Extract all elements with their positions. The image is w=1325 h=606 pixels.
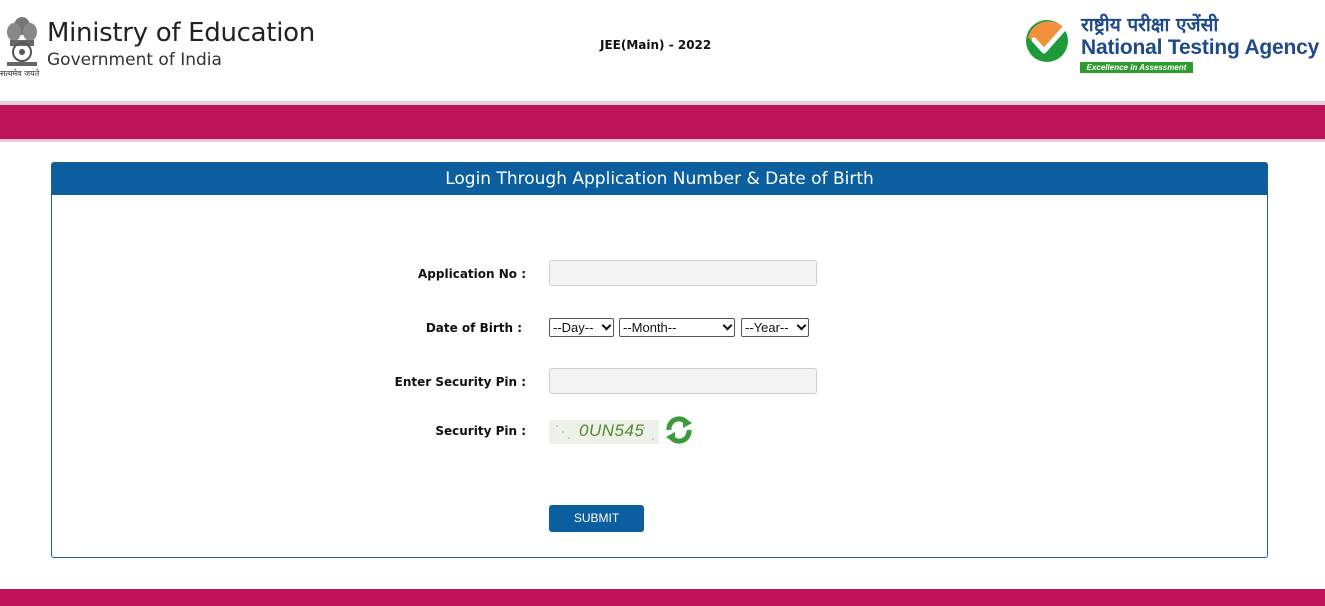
dob-month-select[interactable]: --Month-- [619,318,735,337]
dob-year-value: --Year-- [745,320,789,335]
chevron-down-icon [722,320,733,331]
captcha-text: 0UN545 [579,421,645,440]
agency-tagline: Excellence in Assessment [1080,62,1193,73]
site-header: सत्यमेव जयते Ministry of Education Gover… [0,0,1325,101]
agency-hindi-name: राष्ट्रीय परीक्षा एजेंसी [1081,14,1219,36]
agency-name: National Testing Agency [1081,36,1320,59]
dob-day-select[interactable]: --Day-- [549,318,614,337]
submit-button[interactable]: SUBMIT [549,505,644,532]
dob-label: Date of Birth : [425,321,522,335]
application-no-input[interactable] [549,260,817,286]
band-divider [0,139,1325,142]
nta-checkmark-logo-icon [1026,20,1070,62]
dob-day-value: --Day-- [553,320,594,335]
captcha-image: 0UN545 [549,420,659,444]
ministry-title: Ministry of Education [47,18,315,48]
dob-year-select[interactable]: --Year-- [741,318,809,337]
ministry-subtitle: Government of India [47,50,222,70]
application-no-label: Application No : [418,267,526,281]
emblem-motto: सत्यमेव जयते [0,69,40,78]
exam-title: JEE(Main) - 2022 [600,38,712,52]
security-pin-label: Security Pin : [435,424,526,438]
enter-security-pin-label: Enter Security Pin : [394,375,526,389]
refresh-icon[interactable] [663,414,695,446]
top-color-band [0,105,1325,139]
login-panel-title: Login Through Application Number & Date … [52,163,1267,195]
bottom-color-band [0,589,1325,606]
chevron-down-icon [796,320,807,331]
dob-month-value: --Month-- [623,320,677,335]
login-panel: Login Through Application Number & Date … [51,162,1268,558]
security-pin-input[interactable] [549,368,817,394]
chevron-down-icon [601,320,612,331]
